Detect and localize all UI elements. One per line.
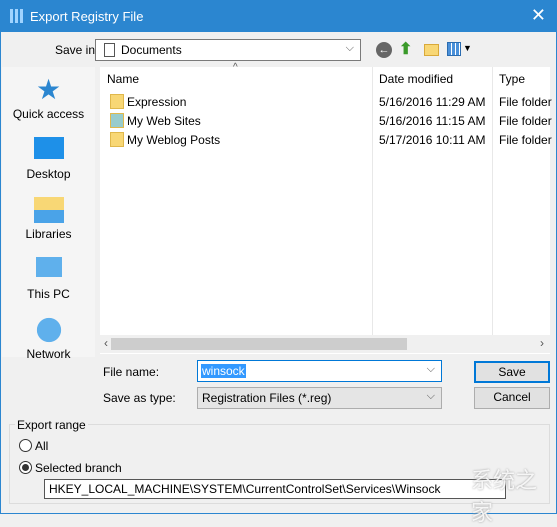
save-button[interactable]: Save: [474, 361, 550, 383]
export-range-label: Export range: [15, 418, 88, 432]
star-icon: ★: [35, 74, 62, 105]
file-name-value: winsock: [201, 364, 246, 378]
sidebar-item-libraries[interactable]: Libraries: [2, 197, 95, 241]
title-bar: Export Registry File ✕: [1, 1, 556, 32]
column-header-name[interactable]: Name: [107, 72, 139, 86]
save-type-value: Registration Files (*.reg): [202, 391, 332, 405]
libraries-icon: [33, 197, 64, 223]
radio-all[interactable]: [19, 439, 32, 452]
file-type: File folder: [499, 133, 552, 147]
column-header-date[interactable]: Date modified: [379, 72, 453, 86]
file-date: 5/16/2016 11:29 AM: [379, 95, 486, 109]
file-date: 5/17/2016 10:11 AM: [379, 133, 486, 147]
branch-path-value: HKEY_LOCAL_MACHINE\SYSTEM\CurrentControl…: [49, 482, 441, 496]
horizontal-scrollbar[interactable]: ‹ ›: [100, 335, 550, 353]
save-in-label: Save in:: [55, 43, 99, 57]
file-name: My Web Sites: [127, 114, 201, 128]
branch-path-input[interactable]: HKEY_LOCAL_MACHINE\SYSTEM\CurrentControl…: [44, 479, 506, 499]
sidebar-label: Desktop: [26, 167, 71, 181]
scroll-right-icon[interactable]: ›: [540, 336, 544, 350]
watermark-logo: 系统之家: [471, 469, 538, 526]
export-dialog: Export Registry File ✕ Save in: Document…: [0, 0, 557, 526]
dialog-title: Export Registry File: [30, 9, 144, 24]
chevron-down-icon: ⌵: [345, 42, 354, 54]
regedit-icon: [10, 9, 24, 23]
file-name-input[interactable]: winsock ⌵: [197, 360, 442, 382]
sort-up-icon: ^: [233, 62, 238, 73]
view-menu-icon[interactable]: [447, 42, 461, 56]
column-header-type[interactable]: Type: [499, 72, 525, 86]
chevron-down-icon[interactable]: ⌵: [427, 363, 435, 376]
file-date: 5/16/2016 11:15 AM: [379, 114, 486, 128]
file-row[interactable]: Expression 5/16/2016 11:29 AM File folder: [100, 93, 552, 112]
sidebar-label: This PC: [27, 287, 70, 301]
file-type: File folder: [499, 95, 552, 109]
web-folder-icon: [110, 113, 124, 128]
file-name-label: File name:: [103, 365, 160, 379]
network-icon: [33, 317, 64, 343]
radio-selected-branch-label[interactable]: Selected branch: [35, 461, 122, 475]
sidebar-label: Libraries: [25, 227, 72, 241]
sidebar-label: Network: [26, 347, 71, 361]
radio-all-label[interactable]: All: [35, 439, 48, 453]
file-row[interactable]: My Weblog Posts 5/17/2016 10:11 AM File fo…: [100, 131, 552, 150]
folder-icon: [110, 94, 124, 109]
document-icon: [104, 43, 115, 57]
scroll-left-icon[interactable]: ‹: [104, 336, 108, 350]
close-button[interactable]: ✕: [531, 5, 546, 26]
file-type: File folder: [499, 114, 552, 128]
places-bar: ★ Quick access Desktop Libraries This PC …: [2, 67, 95, 361]
save-type-select[interactable]: Registration Files (*.reg) ⌵: [197, 387, 442, 409]
back-icon[interactable]: ←: [376, 42, 392, 58]
file-name: My Weblog Posts: [127, 133, 221, 147]
cancel-button[interactable]: Cancel: [474, 387, 550, 409]
save-type-label: Save as type:: [103, 391, 176, 405]
sidebar-label: Quick access: [12, 107, 85, 121]
sidebar-item-this-pc[interactable]: This PC: [2, 257, 95, 301]
new-folder-icon[interactable]: [424, 44, 439, 56]
sidebar-item-quick-access[interactable]: ★ Quick access: [2, 74, 95, 122]
computer-icon: [35, 257, 62, 277]
save-in-combo[interactable]: Documents ⌵: [95, 39, 361, 61]
scrollbar-thumb[interactable]: [111, 338, 407, 350]
sidebar-item-desktop[interactable]: Desktop: [2, 137, 95, 181]
sidebar-item-network[interactable]: Network: [2, 317, 95, 361]
up-folder-icon[interactable]: ⬆: [399, 39, 412, 59]
save-in-value: Documents: [121, 43, 182, 57]
file-list: ^ Name Date modified Type Expression 5/16…: [100, 62, 552, 354]
caret-down-icon[interactable]: ▼: [463, 43, 472, 53]
folder-icon: [110, 132, 124, 147]
file-row[interactable]: My Web Sites 5/16/2016 11:15 AM File folde…: [100, 112, 552, 131]
radio-selected-branch[interactable]: [19, 461, 32, 474]
chevron-down-icon: ⌵: [426, 390, 435, 402]
file-name: Expression: [127, 95, 187, 109]
desktop-icon: [33, 137, 64, 159]
